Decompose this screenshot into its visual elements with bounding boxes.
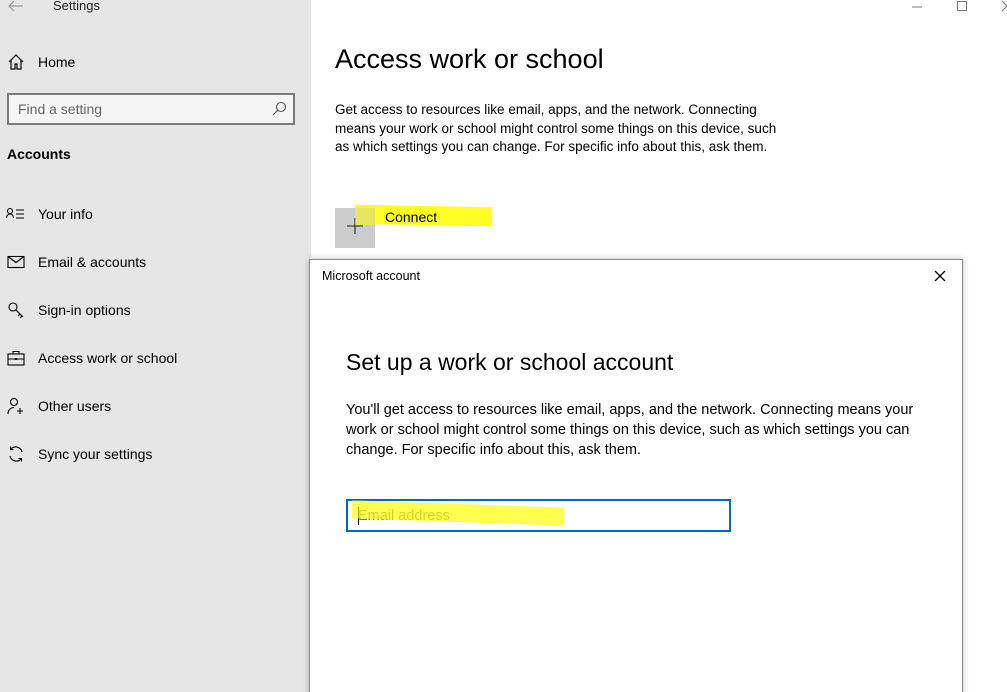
home-icon (6, 52, 26, 72)
maximize-icon[interactable] (956, 0, 968, 12)
key-icon (6, 300, 26, 320)
sidebar-item-sync-settings[interactable]: Sync your settings (0, 434, 311, 474)
person-list-icon (6, 204, 26, 224)
sidebar-item-home[interactable]: Home (0, 44, 311, 80)
close-icon[interactable] (932, 268, 948, 284)
sidebar-item-label: Sync your settings (38, 446, 153, 462)
app-title: Settings (53, 0, 100, 13)
dialog-title: Microsoft account (322, 269, 420, 283)
sync-icon (6, 444, 26, 464)
sidebar-item-label: Access work or school (38, 350, 178, 366)
page-title: Access work or school (335, 44, 604, 74)
sidebar-item-label: Email & accounts (38, 254, 147, 270)
sidebar-item-label: Your info (38, 206, 93, 222)
sidebar: Settings Home Accounts Your info Email (0, 0, 311, 692)
minimize-icon[interactable] (911, 0, 923, 12)
page-description: Get access to resources like email, apps… (335, 102, 777, 154)
sidebar-item-other-users[interactable]: Other users (0, 386, 311, 426)
sidebar-item-access-work-school[interactable]: Access work or school (0, 338, 311, 378)
sidebar-item-label: Home (38, 54, 76, 70)
briefcase-icon (6, 348, 26, 368)
microsoft-account-dialog: Microsoft account Set up a work or schoo… (309, 259, 963, 692)
back-arrow-icon[interactable] (8, 0, 24, 12)
sidebar-item-your-info[interactable]: Your info (0, 194, 311, 234)
settings-window: Settings Home Accounts Your info Email (0, 0, 1007, 692)
highlight-mark (355, 206, 375, 225)
sidebar-item-email-accounts[interactable]: Email & accounts (0, 242, 311, 282)
dialog-heading: Set up a work or school account (346, 349, 674, 375)
search-icon[interactable] (271, 101, 287, 117)
search-box[interactable] (7, 93, 295, 125)
close-window-icon[interactable] (1001, 0, 1007, 12)
search-input[interactable] (9, 101, 259, 117)
window-controls (867, 0, 1007, 12)
dialog-description: You'll get access to resources like emai… (346, 402, 914, 458)
sidebar-item-label: Sign-in options (38, 302, 131, 318)
mail-icon (6, 252, 26, 272)
sidebar-item-label: Other users (38, 398, 112, 414)
section-heading: Accounts (7, 146, 71, 162)
person-add-icon (6, 396, 26, 416)
connect-label[interactable]: Connect (385, 209, 437, 225)
sidebar-item-sign-in-options[interactable]: Sign-in options (0, 290, 311, 330)
